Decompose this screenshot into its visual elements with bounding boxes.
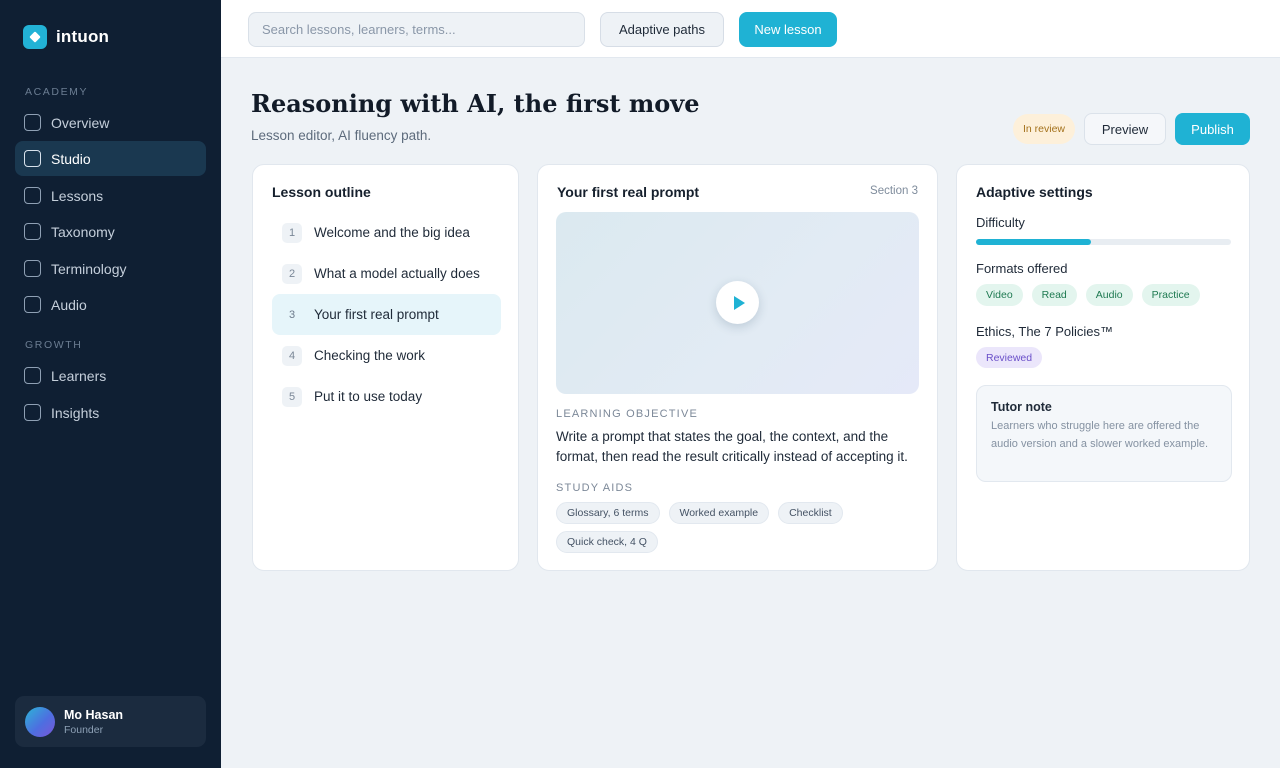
logo-icon <box>23 25 47 49</box>
sidebar-item-overview[interactable]: Overview <box>15 105 206 140</box>
study-aid-chip[interactable]: Glossary, 6 terms <box>556 502 660 524</box>
sidebar-item-label: Terminology <box>51 260 127 277</box>
reviewed-badge: Reviewed <box>976 347 1043 368</box>
sidebar-item-audio[interactable]: Audio <box>15 287 206 322</box>
square-icon <box>24 187 41 204</box>
outline-label: Welcome and the big idea <box>314 225 470 240</box>
outline-item-5[interactable]: 5 Put it to use today <box>272 376 501 417</box>
outline-item-1[interactable]: 1 Welcome and the big idea <box>272 212 501 253</box>
sidebar-item-label: Audio <box>51 296 87 313</box>
learning-objective: Write a prompt that states the goal, the… <box>556 429 908 464</box>
sidebar-item-label: Lessons <box>51 187 104 204</box>
nav-section-academy: ACADEMY <box>25 86 89 98</box>
square-icon <box>24 114 41 131</box>
tutor-note-title: Tutor note <box>991 400 1052 414</box>
tutor-note: Tutor note Learners who struggle here ar… <box>976 385 1232 482</box>
format-chip-read[interactable]: Read <box>1031 284 1077 306</box>
adaptive-paths-button[interactable]: Adaptive paths <box>600 12 724 47</box>
study-aids-row: Quick check, 4 Q <box>556 531 658 553</box>
study-aids-label: STUDY AIDS <box>556 482 634 494</box>
nav-section-growth: GROWTH <box>25 339 83 351</box>
outline-number: 1 <box>282 222 302 243</box>
topbar: Adaptive paths New lesson <box>221 0 1280 58</box>
difficulty-label: Difficulty <box>976 215 1025 230</box>
study-aid-chip[interactable]: Quick check, 4 Q <box>556 531 658 553</box>
card-title: Adaptive settings <box>976 184 1093 200</box>
difficulty-slider[interactable] <box>976 239 1231 245</box>
sidebar: intuon ACADEMY Overview Studio Lessons T… <box>0 0 221 768</box>
square-icon <box>24 296 41 313</box>
play-button[interactable] <box>716 281 759 324</box>
search-input[interactable] <box>248 12 585 47</box>
study-aids-row: Glossary, 6 terms Worked example Checkli… <box>556 502 843 524</box>
formats-row: Video Read Audio Practice <box>976 284 1200 306</box>
format-chip-practice[interactable]: Practice <box>1141 284 1200 306</box>
square-icon <box>24 260 41 277</box>
status-badge: In review <box>1013 114 1075 144</box>
sidebar-item-lessons[interactable]: Lessons <box>15 178 206 213</box>
sidebar-item-label: Taxonomy <box>51 223 115 240</box>
avatar <box>25 706 55 737</box>
square-icon <box>24 367 41 384</box>
outline-item-2[interactable]: 2 What a model actually does <box>272 253 501 294</box>
study-aid-chip[interactable]: Checklist <box>778 502 843 524</box>
outline-item-3[interactable]: 3 Your first real prompt <box>272 294 501 335</box>
section-tag: Section 3 <box>870 185 918 197</box>
page-title: Reasoning with AI, the first move <box>251 89 700 118</box>
adaptive-settings-card: Adaptive settings Difficulty Formats off… <box>956 164 1250 571</box>
square-icon <box>24 404 41 421</box>
outline-label: What a model actually does <box>314 266 480 281</box>
brand[interactable]: intuon <box>23 25 109 49</box>
outline-label: Your first real prompt <box>314 307 439 322</box>
preview-button[interactable]: Preview <box>1084 113 1166 145</box>
square-icon <box>24 223 41 240</box>
sidebar-item-learners[interactable]: Learners <box>15 358 206 393</box>
lesson-detail-card: Your first real prompt Section 3 LEARNIN… <box>537 164 938 571</box>
publish-button[interactable]: Publish <box>1175 113 1250 145</box>
square-icon <box>24 150 41 167</box>
sidebar-item-taxonomy[interactable]: Taxonomy <box>15 214 206 249</box>
play-icon <box>733 295 745 310</box>
new-lesson-button[interactable]: New lesson <box>739 12 837 47</box>
format-chip-audio[interactable]: Audio <box>1085 284 1133 306</box>
sidebar-item-label: Studio <box>51 150 91 167</box>
difficulty-fill <box>976 239 1091 245</box>
formats-label: Formats offered <box>976 261 1068 276</box>
ethics-label: Ethics, The 7 Policies™ <box>976 324 1114 339</box>
outline-label: Put it to use today <box>314 389 423 404</box>
outline-label: Checking the work <box>314 348 426 363</box>
outline-number: 3 <box>288 308 296 321</box>
user-role: Founder <box>64 723 104 736</box>
video-preview[interactable] <box>556 212 919 394</box>
sidebar-item-studio[interactable]: Studio <box>15 141 206 176</box>
format-chip-video[interactable]: Video <box>976 284 1023 306</box>
brand-name: intuon <box>56 27 110 46</box>
study-aid-chip[interactable]: Worked example <box>668 502 770 524</box>
user-name: Mo Hasan <box>64 707 124 722</box>
tutor-note-body: Learners who struggle here are offered t… <box>991 420 1209 450</box>
sidebar-item-label: Insights <box>51 404 100 421</box>
outline-number: 5 <box>282 386 302 407</box>
outline-number: 4 <box>282 345 302 366</box>
page-subtitle: Lesson editor, AI fluency path. <box>251 128 432 143</box>
user-card[interactable]: Mo Hasan Founder <box>15 696 206 747</box>
sidebar-item-terminology[interactable]: Terminology <box>15 251 206 286</box>
sidebar-item-label: Overview <box>51 114 110 131</box>
card-title: Your first real prompt <box>557 184 700 200</box>
outline-number: 2 <box>282 263 302 284</box>
user-info: Mo Hasan Founder <box>64 708 123 736</box>
card-title: Lesson outline <box>272 184 371 200</box>
sidebar-item-insights[interactable]: Insights <box>15 395 206 430</box>
outline-item-4[interactable]: 4 Checking the work <box>272 335 501 376</box>
sidebar-item-label: Learners <box>51 367 107 384</box>
lesson-outline-card: Lesson outline 1 Welcome and the big ide… <box>252 164 519 571</box>
objective-label: LEARNING OBJECTIVE <box>556 408 699 420</box>
